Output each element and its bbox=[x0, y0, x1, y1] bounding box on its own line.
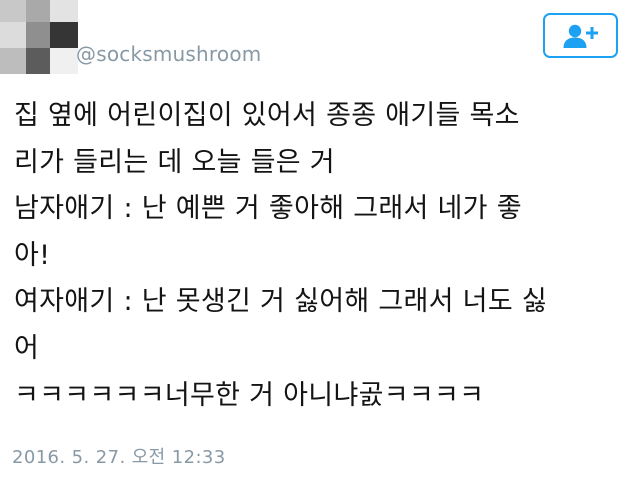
tweet-text: 집 옆에 어린이집이 있어서 종종 애기들 목소 리가 들리는 데 오늘 들은 … bbox=[14, 93, 626, 419]
follow-user-plus-icon bbox=[562, 23, 600, 49]
avatar[interactable] bbox=[0, 0, 78, 74]
tweet-timestamp[interactable]: 2016. 5. 27. 오전 12:33 bbox=[12, 443, 226, 469]
tweet-text-line: 집 옆에 어린이집이 있어서 종종 애기들 목소 bbox=[14, 100, 520, 131]
tweet-text-line: 리가 들리는 데 오늘 들은 거 bbox=[14, 146, 335, 178]
tweet-text-line: 여자애기 : 난 못생긴 거 싫어해 그래서 너도 싫 bbox=[14, 286, 547, 318]
tweet-text-line: 남자애기 : 난 예쁜 거 좋아해 그래서 네가 좋 bbox=[14, 193, 522, 225]
tweet-text-line: 아! bbox=[14, 239, 51, 271]
tweet-text-line: ㅋㅋㅋㅋㅋㅋ너무한 거 아니냐곬ㅋㅋㅋㅋ bbox=[14, 379, 485, 411]
author-handle[interactable]: @socksmushroom bbox=[76, 42, 261, 66]
follow-button[interactable] bbox=[543, 13, 618, 58]
tweet-text-line: 어 bbox=[14, 332, 40, 364]
